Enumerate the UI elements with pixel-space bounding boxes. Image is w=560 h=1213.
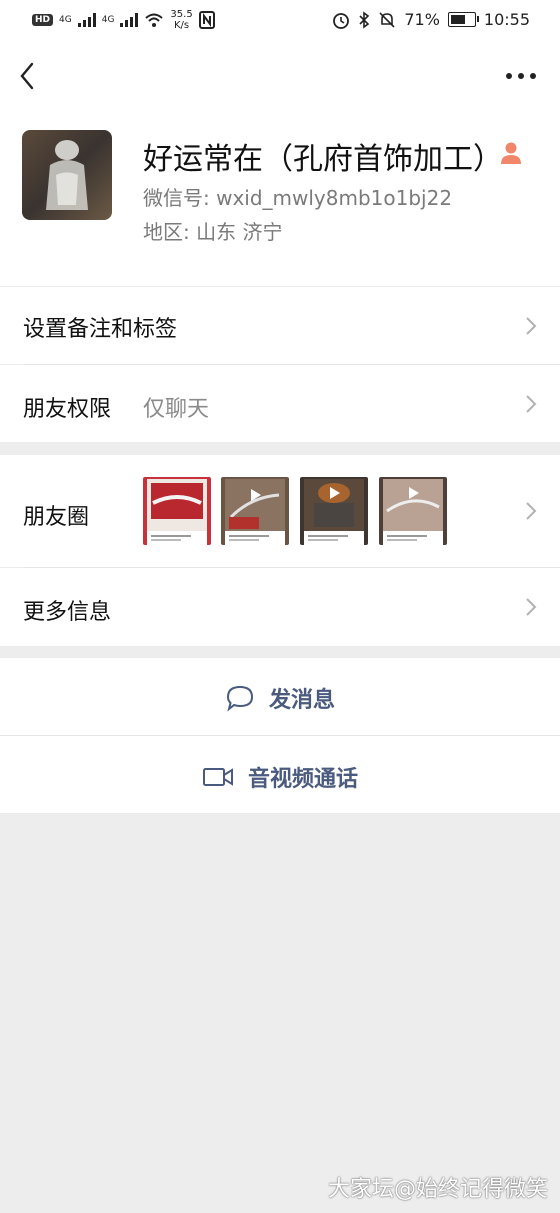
clock: 10:55 bbox=[483, 10, 530, 29]
row-moments[interactable]: 朋友圈 bbox=[0, 455, 560, 567]
region: 地区: 山东 济宁 bbox=[143, 220, 283, 244]
send-message-label: 发消息 bbox=[268, 688, 335, 713]
avatar-image bbox=[22, 130, 112, 220]
video-call-label: 音视频通话 bbox=[247, 767, 358, 792]
moments-thumbnail[interactable] bbox=[300, 477, 368, 545]
battery-icon bbox=[447, 12, 479, 27]
battery-percent: 71% bbox=[404, 10, 440, 29]
moments-thumbnail-image bbox=[221, 477, 289, 545]
chevron-right-icon bbox=[526, 395, 537, 413]
hd-badge: HD bbox=[32, 14, 54, 26]
moments-thumbnail[interactable] bbox=[221, 477, 289, 545]
video-call-content: 音视频通话 bbox=[0, 761, 560, 793]
row-more-info[interactable]: 更多信息 bbox=[0, 568, 560, 646]
profile-card: 好运常在（孔府首饰加工） 微信号: wxid_mwly8mb1o1bj22 地区… bbox=[0, 110, 560, 286]
row-label: 设置备注和标签 bbox=[23, 317, 178, 342]
moments-thumbnail-image bbox=[300, 477, 368, 545]
status-right: 71% 10:55 bbox=[332, 10, 530, 29]
chat-bubble-icon bbox=[226, 685, 253, 712]
contact-name: 好运常在（孔府首饰加工） bbox=[143, 142, 503, 177]
signal-icon-2 bbox=[120, 13, 139, 27]
alarm-icon bbox=[333, 12, 350, 29]
mute-bell-icon bbox=[379, 11, 395, 28]
wechat-id: 微信号: wxid_mwly8mb1o1bj22 bbox=[143, 186, 453, 210]
row-label: 朋友圈 bbox=[23, 505, 90, 530]
row-remark-tags[interactable]: 设置备注和标签 bbox=[0, 287, 560, 364]
send-message-content: 发消息 bbox=[0, 682, 560, 714]
speed-unit: K/s bbox=[173, 20, 190, 31]
watermark: 大家坛@始终记得微笑 bbox=[327, 1177, 548, 1202]
moments-thumbnail-image bbox=[379, 477, 447, 545]
network-speed: 35.5 K/s bbox=[170, 9, 192, 31]
nav-bar bbox=[0, 42, 560, 110]
network-label-1: 4G bbox=[59, 14, 72, 25]
moments-thumbnail[interactable] bbox=[379, 477, 447, 545]
status-left: HD 4G 4G 35.5 K/s bbox=[32, 9, 215, 31]
send-message-button[interactable]: 发消息 bbox=[0, 658, 560, 735]
avatar[interactable] bbox=[22, 130, 112, 220]
chevron-right-icon bbox=[526, 317, 537, 335]
battery-fill bbox=[450, 15, 465, 24]
status-bar: HD 4G 4G 35.5 K/s 71% 10:55 bbox=[0, 0, 560, 42]
signal-icon bbox=[77, 13, 96, 27]
speed-value: 35.5 bbox=[170, 9, 193, 20]
row-label: 更多信息 bbox=[23, 600, 112, 625]
moments-thumbnail-image bbox=[143, 477, 211, 545]
wifi-icon bbox=[145, 13, 164, 27]
chevron-right-icon bbox=[526, 502, 537, 520]
video-call-button[interactable]: 音视频通话 bbox=[0, 736, 560, 813]
nfc-icon bbox=[198, 11, 215, 29]
moments-thumbnail[interactable] bbox=[143, 477, 211, 545]
ellipsis-icon[interactable] bbox=[504, 64, 538, 88]
chevron-left-icon[interactable] bbox=[14, 58, 44, 94]
bluetooth-icon bbox=[359, 10, 370, 29]
person-icon bbox=[501, 142, 521, 164]
video-camera-icon bbox=[202, 768, 233, 786]
network-label-2: 4G bbox=[101, 14, 115, 25]
chevron-right-icon bbox=[526, 598, 537, 616]
row-friend-permission[interactable]: 朋友权限 仅聊天 bbox=[0, 365, 560, 442]
row-label: 朋友权限 bbox=[23, 397, 112, 422]
row-value: 仅聊天 bbox=[143, 397, 210, 422]
